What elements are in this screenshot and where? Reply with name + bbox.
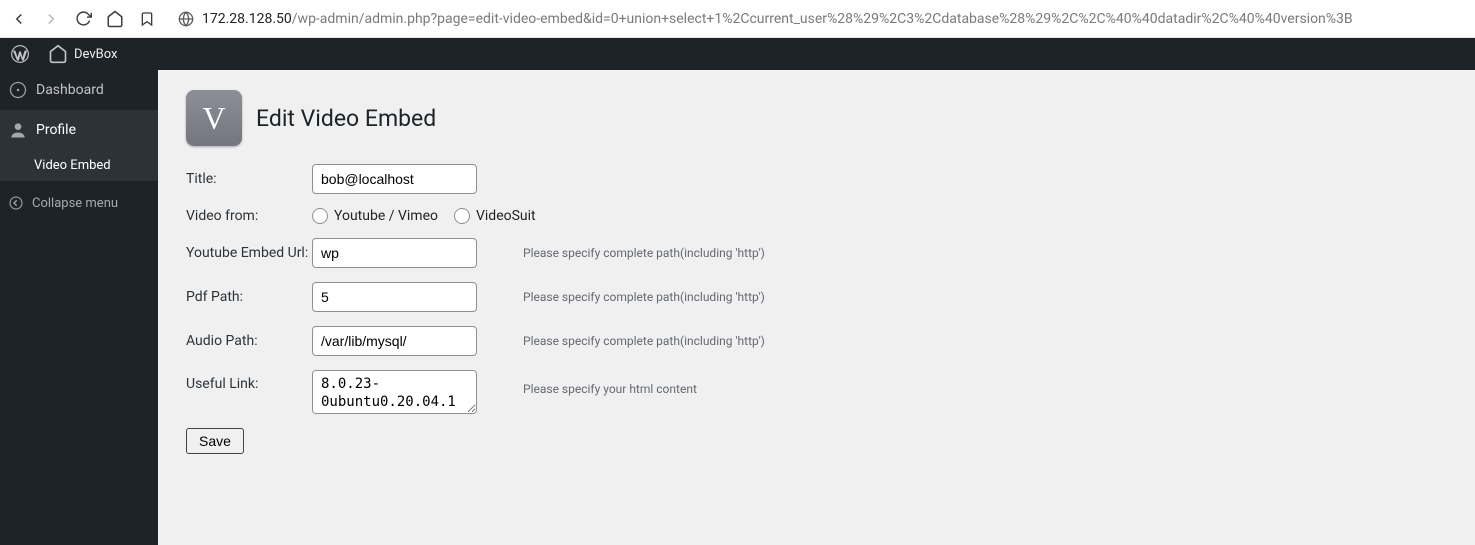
row-useful-link: Useful Link: Please specify your html co… — [186, 370, 1447, 414]
reload-icon[interactable] — [74, 10, 92, 28]
youtube-url-input[interactable] — [312, 238, 477, 268]
collapse-menu[interactable]: Collapse menu — [0, 185, 158, 221]
forward-icon[interactable] — [42, 10, 60, 28]
label-useful-link: Useful Link: — [186, 370, 312, 392]
profile-icon — [8, 120, 28, 140]
row-video-from: Video from: Youtube / Vimeo VideoSuit — [186, 208, 1447, 224]
row-title: Title: — [186, 164, 1447, 194]
wp-logo[interactable] — [10, 44, 30, 64]
radio-label-youtube: Youtube / Vimeo — [334, 208, 438, 224]
useful-link-textarea[interactable] — [312, 370, 477, 414]
dashboard-icon — [8, 80, 28, 100]
wp-admin-bar: DevBox — [0, 38, 1475, 70]
radio-videosuit[interactable] — [454, 208, 470, 224]
audio-path-input[interactable] — [312, 326, 477, 356]
address-bar[interactable]: 172.28.128.50/wp-admin/admin.php?page=ed… — [170, 6, 1465, 32]
hint-useful-link: Please specify your html content — [523, 370, 697, 396]
hint-youtube-url: Please specify complete path(including '… — [523, 246, 765, 260]
globe-icon — [178, 11, 194, 27]
site-link[interactable]: DevBox — [48, 44, 117, 64]
row-pdf-path: Pdf Path: Please specify complete path(i… — [186, 282, 1447, 312]
bookmark-icon[interactable] — [138, 10, 156, 28]
radio-label-videosuit: VideoSuit — [476, 208, 536, 224]
sidebar-label: Video Embed — [34, 158, 111, 173]
nav-button-group — [10, 10, 156, 28]
label-youtube-url: Youtube Embed Url: — [186, 245, 312, 261]
page-header: V Edit Video Embed — [186, 90, 1447, 146]
page-title: Edit Video Embed — [256, 105, 436, 132]
url-path: /wp-admin/admin.php?page=edit-video-embe… — [292, 11, 1353, 27]
back-icon[interactable] — [10, 10, 28, 28]
label-pdf-path: Pdf Path: — [186, 289, 312, 305]
url-host: 172.28.128.50 — [202, 11, 292, 27]
home-icon[interactable] — [106, 10, 124, 28]
radio-group: Youtube / Vimeo VideoSuit — [312, 208, 546, 224]
save-button[interactable]: Save — [186, 428, 244, 454]
title-input[interactable] — [312, 164, 477, 194]
collapse-icon — [8, 195, 24, 211]
hint-pdf-path: Please specify complete path(including '… — [523, 290, 765, 304]
sidebar-item-dashboard[interactable]: Dashboard — [0, 70, 158, 110]
plugin-icon: V — [186, 90, 242, 146]
content-area: V Edit Video Embed Title: Video from: Yo… — [158, 70, 1475, 545]
sidebar-label: Dashboard — [36, 82, 104, 98]
sidebar-subitem-video-embed[interactable]: Video Embed — [0, 150, 158, 181]
plugin-icon-letter: V — [202, 100, 225, 137]
label-title: Title: — [186, 171, 312, 187]
site-name: DevBox — [74, 47, 117, 62]
url-text: 172.28.128.50/wp-admin/admin.php?page=ed… — [202, 11, 1353, 27]
sidebar-label: Profile — [36, 122, 76, 138]
admin-sidebar: Dashboard Profile Video Embed Collapse m… — [0, 70, 158, 545]
hint-audio-path: Please specify complete path(including '… — [523, 334, 765, 348]
label-audio-path: Audio Path: — [186, 333, 312, 349]
radio-youtube[interactable] — [312, 208, 328, 224]
sidebar-item-profile[interactable]: Profile — [0, 110, 158, 150]
browser-toolbar: 172.28.128.50/wp-admin/admin.php?page=ed… — [0, 0, 1475, 38]
label-video-from: Video from: — [186, 208, 312, 224]
pdf-path-input[interactable] — [312, 282, 477, 312]
collapse-label: Collapse menu — [32, 196, 118, 211]
row-youtube-url: Youtube Embed Url: Please specify comple… — [186, 238, 1447, 268]
row-audio-path: Audio Path: Please specify complete path… — [186, 326, 1447, 356]
